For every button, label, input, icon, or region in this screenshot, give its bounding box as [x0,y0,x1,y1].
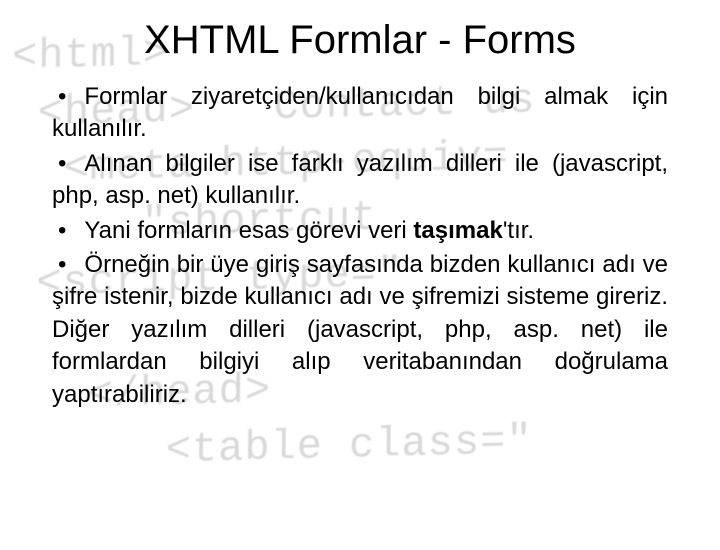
bullet-text: Alınan bilgiler ise farklı yazılım dille… [52,150,668,209]
bullet-bold: taşımak [413,217,502,244]
bullet-list: Formlar ziyaretçiden/kullanıcıdan bilgi … [48,81,672,411]
list-item: Alınan bilgiler ise farklı yazılım dille… [52,148,668,213]
list-item: Formlar ziyaretçiden/kullanıcıdan bilgi … [52,81,668,146]
list-item: Örneğin bir üye giriş sayfasında bizden … [52,249,668,411]
bullet-text: Yani formların esas görevi veri [84,217,413,244]
list-item: Yani formların esas görevi veri taşımak'… [52,215,668,247]
slide-title: XHTML Formlar - Forms [48,18,672,63]
bullet-text: Formlar ziyaretçiden/kullanıcıdan bilgi … [52,83,668,142]
bullet-text: Örneğin bir üye giriş sayfasında bizden … [52,251,668,408]
bullet-text-after: 'tır. [503,217,534,244]
slide: XHTML Formlar - Forms Formlar ziyaretçid… [0,0,720,540]
